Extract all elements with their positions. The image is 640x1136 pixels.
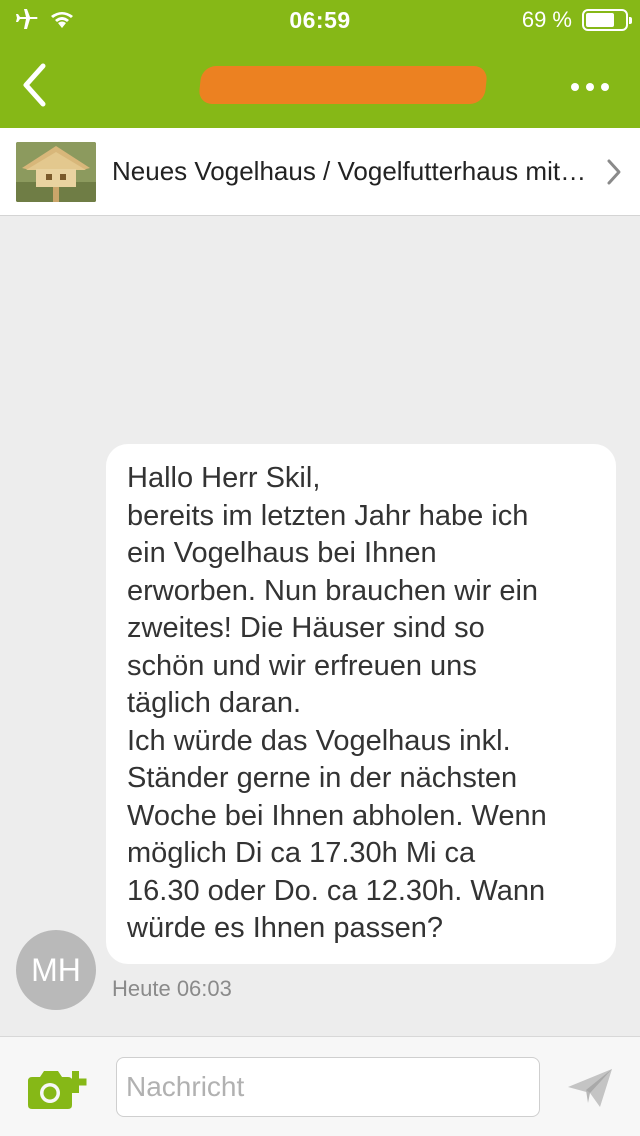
nav-bar	[0, 40, 640, 128]
send-button[interactable]	[566, 1065, 616, 1111]
attach-photo-button[interactable]	[26, 1067, 90, 1111]
chevron-left-icon	[23, 63, 46, 107]
chevron-right-icon	[607, 159, 621, 185]
more-button[interactable]	[560, 72, 620, 102]
header-bar: 06:59 69 %	[0, 0, 640, 128]
chat-screen: 06:59 69 % Neues Vogelhaus / Vogelfutter…	[0, 0, 640, 1136]
paper-plane-icon	[568, 1069, 612, 1107]
listing-title: Neues Vogelhaus / Vogelfutterhaus mit St…	[112, 156, 592, 186]
status-right: 69 %	[521, 7, 632, 33]
message-text: Hallo Herr Skil, bereits im letzten Jahr…	[127, 462, 547, 944]
redacted-title	[198, 66, 488, 104]
avatar[interactable]: MH	[16, 930, 96, 1010]
status-bar: 06:59 69 %	[0, 0, 640, 40]
ellipsis-icon	[571, 83, 579, 91]
message-composer	[0, 1036, 640, 1136]
listing-thumbnail	[16, 142, 96, 202]
battery-icon	[582, 9, 632, 31]
listing-header[interactable]: Neues Vogelhaus / Vogelfutterhaus mit St…	[0, 128, 640, 216]
battery-percent: 69 %	[521, 7, 572, 32]
camera-plus-icon	[28, 1071, 87, 1109]
message-input[interactable]	[116, 1057, 540, 1117]
message-timestamp: Heute 06:03	[112, 976, 232, 1001]
message-bubble: Hallo Herr Skil, bereits im letzten Jahr…	[106, 444, 616, 964]
back-button[interactable]	[14, 60, 54, 110]
